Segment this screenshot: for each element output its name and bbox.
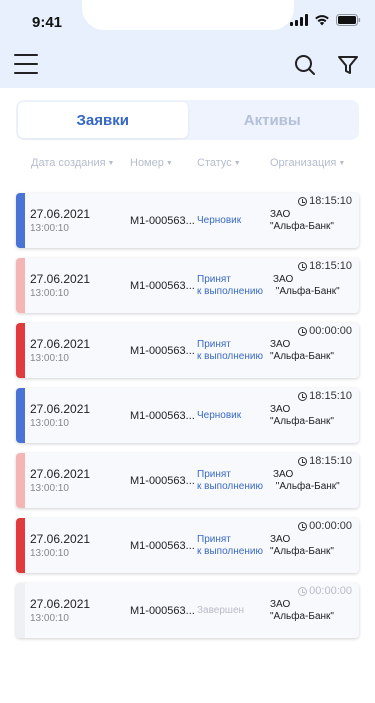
header-area: 9:41 [0, 0, 375, 88]
status-label: Принят к выполнению [197, 534, 263, 557]
created-date: 27.06.2021 [30, 337, 91, 351]
timer: 18:15:10 [298, 195, 352, 207]
timer: 18:15:10 [298, 260, 352, 272]
sort-organization[interactable]: Организация ▼ [270, 157, 345, 169]
created-time: 13:00:10 [30, 223, 69, 234]
status-label: Принят к выполнению [197, 339, 263, 362]
created-time: 13:00:10 [30, 613, 69, 624]
priority-bar [16, 583, 25, 638]
request-number: М1-000563... [130, 215, 195, 227]
created-time: 13:00:10 [30, 548, 69, 559]
status-label: Принят к выполнению [197, 274, 263, 297]
created-time: 13:00:10 [30, 483, 69, 494]
timer-value: 18:15:10 [309, 390, 352, 402]
clock-icon [298, 196, 308, 206]
organization: ЗАО "Альфа-Банк" [270, 209, 334, 232]
clock-icon [298, 261, 308, 271]
priority-bar [16, 258, 25, 313]
organization: ЗАО "Альфа-Банк" [270, 404, 334, 427]
request-number: М1-000563... [130, 605, 195, 617]
created-date: 27.06.2021 [30, 402, 91, 416]
clock-icon [298, 326, 308, 336]
created-date: 27.06.2021 [30, 532, 91, 546]
created-date: 27.06.2021 [30, 207, 91, 221]
organization: ЗАО "Альфа-Банк" [270, 339, 334, 362]
tab-assets[interactable]: Активы [188, 102, 358, 138]
clock-icon [298, 521, 308, 531]
clock-icon [298, 391, 308, 401]
status-label: Принят к выполнению [197, 469, 263, 492]
timer-value: 18:15:10 [309, 455, 352, 467]
created-date: 27.06.2021 [30, 272, 91, 286]
request-number: М1-000563... [130, 540, 195, 552]
caret-down-icon: ▼ [338, 159, 346, 167]
created-date: 27.06.2021 [30, 597, 91, 611]
request-number: М1-000563... [130, 345, 195, 357]
column-headers: Дата создания ▼ Номер ▼ Статус ▼ Организаци… [0, 157, 375, 171]
timer: 00:00:00 [298, 520, 352, 532]
request-number: М1-000563... [130, 475, 195, 487]
tab-requests[interactable]: Заявки [18, 102, 188, 138]
timer: 18:15:10 [298, 390, 352, 402]
timer: 00:00:00 [298, 585, 352, 597]
priority-bar [16, 193, 25, 248]
tab-bar: Заявки Активы [16, 100, 359, 140]
status-time: 9:41 [32, 14, 63, 31]
cellular-signal-icon [290, 14, 308, 26]
caret-down-icon: ▼ [107, 159, 115, 167]
organization: ЗАО "Альфа-Банк" [273, 469, 340, 492]
sort-created-date[interactable]: Дата создания ▼ [31, 157, 114, 169]
clock-icon [298, 586, 308, 596]
request-row[interactable]: 00:00:00 27.06.2021 13:00:10 М1-000563..… [16, 583, 359, 638]
request-row[interactable]: 00:00:00 27.06.2021 13:00:10 М1-000563..… [16, 518, 359, 573]
caret-down-icon: ▼ [165, 159, 173, 167]
priority-bar [16, 388, 25, 443]
status-label: Завершен [197, 605, 245, 616]
request-row[interactable]: 18:15:10 27.06.2021 13:00:10 М1-000563..… [16, 193, 359, 248]
column-label: Номер [130, 157, 164, 169]
request-row[interactable]: 18:15:10 27.06.2021 13:00:10 М1-000563..… [16, 258, 359, 313]
device-notch [82, 0, 294, 30]
caret-down-icon: ▼ [233, 159, 241, 167]
organization: ЗАО "Альфа-Банк" [270, 534, 334, 557]
created-time: 13:00:10 [30, 418, 69, 429]
timer-value: 18:15:10 [309, 260, 352, 272]
organization: ЗАО "Альфа-Банк" [273, 274, 340, 297]
column-label: Статус [197, 157, 232, 169]
request-number: М1-000563... [130, 280, 195, 292]
wifi-icon [314, 14, 330, 26]
timer-value: 18:15:10 [309, 195, 352, 207]
search-icon[interactable] [294, 54, 316, 76]
organization: ЗАО "Альфа-Банк" [270, 599, 334, 622]
column-label: Дата создания [31, 157, 106, 169]
priority-bar [16, 323, 25, 378]
timer: 00:00:00 [298, 325, 352, 337]
request-number: М1-000563... [130, 410, 195, 422]
menu-icon[interactable] [14, 54, 38, 74]
request-row[interactable]: 18:15:10 27.06.2021 13:00:10 М1-000563..… [16, 453, 359, 508]
created-date: 27.06.2021 [30, 467, 91, 481]
status-label: Черновик [197, 410, 242, 421]
created-time: 13:00:10 [30, 353, 69, 364]
status-icons [290, 14, 361, 26]
battery-icon [336, 14, 361, 26]
app-screen: 9:41 Заявки Активы Дата создания ▼ Номер ▼… [0, 0, 375, 703]
request-row[interactable]: 18:15:10 27.06.2021 13:00:10 М1-000563..… [16, 388, 359, 443]
sort-number[interactable]: Номер ▼ [130, 157, 173, 169]
priority-bar [16, 453, 25, 508]
timer-value: 00:00:00 [309, 325, 352, 337]
request-list: 18:15:10 27.06.2021 13:00:10 М1-000563..… [16, 193, 359, 648]
timer-value: 00:00:00 [309, 585, 352, 597]
column-label: Организация [270, 157, 337, 169]
clock-icon [298, 456, 308, 466]
sort-status[interactable]: Статус ▼ [197, 157, 241, 169]
timer: 18:15:10 [298, 455, 352, 467]
request-row[interactable]: 00:00:00 27.06.2021 13:00:10 М1-000563..… [16, 323, 359, 378]
created-time: 13:00:10 [30, 288, 69, 299]
filter-icon[interactable] [337, 54, 359, 76]
timer-value: 00:00:00 [309, 520, 352, 532]
status-label: Черновик [197, 215, 242, 226]
priority-bar [16, 518, 25, 573]
